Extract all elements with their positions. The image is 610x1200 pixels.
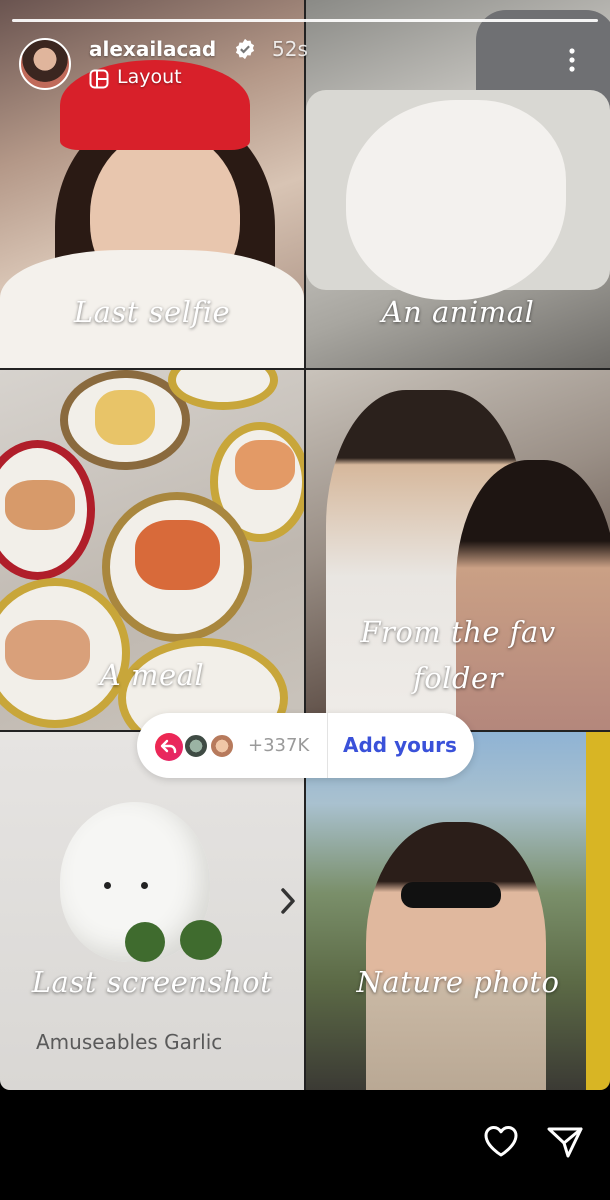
prompt-label: folder [412, 661, 504, 695]
sunglasses [401, 882, 501, 908]
plush-foot [125, 922, 165, 962]
story-progress-bar [12, 19, 598, 22]
layout-icon[interactable] [89, 69, 109, 89]
username[interactable]: alexailacad [89, 37, 216, 61]
add-yours-button[interactable]: Add yours [343, 733, 457, 757]
food [5, 480, 75, 530]
plush-eyes [104, 882, 148, 890]
prompt-label: Last screenshot [31, 965, 273, 999]
prompt-label: Nature photo [356, 965, 560, 999]
prompt-label: A meal [99, 658, 205, 692]
window-frame [586, 732, 610, 1090]
prompt-label: From the fav [360, 615, 556, 649]
more-vertical-icon[interactable] [562, 46, 582, 74]
divider [327, 713, 328, 778]
send-icon[interactable] [545, 1122, 585, 1162]
reply-arrow-icon [155, 733, 183, 761]
post-time: 52s [272, 37, 308, 61]
cat-photo [346, 100, 566, 300]
food [95, 390, 155, 445]
verified-badge-icon [235, 38, 255, 60]
collage-cell-meal: A meal [0, 370, 304, 730]
chevron-right-icon[interactable] [277, 886, 299, 916]
story-content[interactable]: Last selfie An animal A meal From the fa… [0, 0, 610, 1090]
prompt-label: An animal [381, 295, 535, 329]
plush-foot [180, 920, 222, 960]
nature-selfie-photo [366, 822, 546, 1090]
avatar[interactable] [19, 38, 71, 90]
layout-label[interactable]: Layout [117, 66, 182, 88]
food [235, 440, 295, 490]
participant-avatar [209, 733, 235, 759]
add-yours-sticker[interactable]: +337K Add yours [137, 713, 474, 778]
food [135, 520, 220, 590]
prompt-label: Last selfie [73, 295, 231, 329]
participant-count: +337K [248, 735, 310, 756]
participant-avatar [183, 733, 209, 759]
collage-cell-fav-folder: From the fav folder [306, 370, 610, 730]
screenshot-product-name: Amuseables Garlic [36, 1030, 223, 1054]
collage-cell-nature: Nature photo [306, 732, 610, 1090]
heart-icon[interactable] [482, 1122, 520, 1160]
